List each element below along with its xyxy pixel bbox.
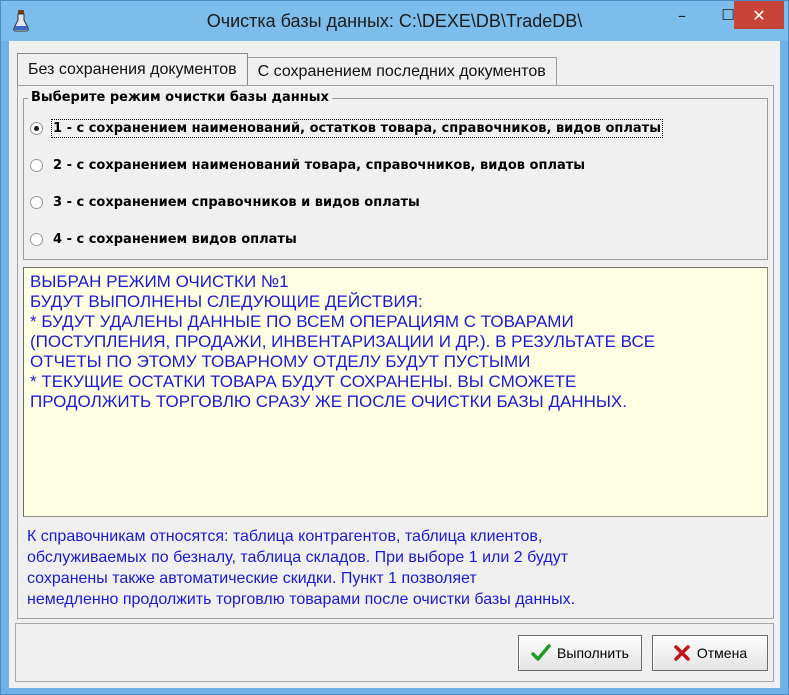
mode-option-label[interactable]: 1 - с сохранением наименований, остатков… [51,118,663,138]
minimize-icon: – [678,5,686,25]
radio-button[interactable] [30,195,43,209]
mode-option-label[interactable]: 2 - с сохранением наименований товара, с… [53,158,585,173]
title-bar[interactable]: Очистка базы данных: C:\DEXE\DB\TradeDB\… [1,1,788,41]
note-line: сохранены также автоматические скидки. П… [27,570,477,587]
memo-line: ВЫБРАН РЕЖИМ ОЧИСТКИ №1 [30,272,289,291]
mode-option-1[interactable]: 1 - с сохранением наименований, остатков… [30,118,663,138]
checkmark-icon [531,644,551,661]
note-line: немедленно продолжить торговлю товарами … [27,591,576,608]
app-flask-icon [11,9,31,33]
tab-panel: Выберите режим очистки базы данных 1 - с… [17,85,774,619]
memo-line: БУДУТ ВЫПОЛНЕНЫ СЛЕДУЮЩИЕ ДЕЙСТВИЯ: [30,292,423,311]
radio-selected-dot [34,125,39,131]
memo-line: ОТЧЕТЫ ПО ЭТОМУ ТОВАРНОМУ ОТДЕЛУ БУДУТ П… [30,352,531,371]
cleanup-mode-legend: Выберите режим очистки базы данных [28,90,332,105]
mode-option-3[interactable]: 3 - с сохранением справочников и видов о… [30,192,420,212]
execute-button-label: Выполнить [557,645,629,661]
close-icon: ✕ [752,5,766,25]
note-line: К справочникам относятся: таблица контра… [27,528,543,545]
radio-button[interactable] [30,121,43,135]
cleanup-mode-group: Выберите режим очистки базы данных 1 - с… [23,90,768,260]
tab-strip: Без сохранения документов С сохранением … [17,53,557,85]
minimize-button[interactable]: – [659,1,705,29]
dialog-client-area: Без сохранения документов С сохранением … [9,41,780,688]
cancel-button[interactable]: Отмена [652,635,768,671]
cancel-button-label: Отмена [696,645,748,661]
cleanup-dialog-window: Очистка базы данных: C:\DEXE\DB\TradeDB\… [0,0,789,695]
window-title: Очистка базы данных: C:\DEXE\DB\TradeDB\ [206,11,583,31]
memo-line: * ТЕКУЩИЕ ОСТАТКИ ТОВАРА БУДУТ СОХРАНЕНЫ… [30,372,577,391]
mode-option-label[interactable]: 4 - с сохранением видов оплаты [53,232,297,247]
mode-description-memo[interactable]: ВЫБРАН РЕЖИМ ОЧИСТКИ №1 БУДУТ ВЫПОЛНЕНЫ … [23,267,768,517]
note-line: обслуживаемых по безналу, таблица складо… [27,549,569,566]
mode-option-4[interactable]: 4 - с сохранением видов оплаты [30,229,297,249]
tab-with-last-documents[interactable]: С сохранением последних документов [246,57,557,85]
execute-button[interactable]: Выполнить [518,635,642,671]
mode-option-2[interactable]: 2 - с сохранением наименований товара, с… [30,155,585,175]
radio-button[interactable] [30,232,43,246]
close-button[interactable]: ✕ [734,1,784,29]
mode-option-label[interactable]: 3 - с сохранением справочников и видов о… [53,195,420,210]
reference-note: К справочникам относятся: таблица контра… [27,526,767,610]
memo-line: (ПОСТУПЛЕНИЯ, ПРОДАЖИ, ИНВЕНТАРИЗАЦИИ И … [30,332,656,351]
cross-icon [674,645,690,661]
button-bar: Выполнить Отмена [15,623,774,682]
radio-button[interactable] [30,158,43,172]
memo-line: ПРОДОЛЖИТЬ ТОРГОВЛЮ СРАЗУ ЖЕ ПОСЛЕ ОЧИСТ… [30,392,627,411]
tab-without-documents[interactable]: Без сохранения документов [17,53,248,85]
memo-line: * БУДУТ УДАЛЕНЫ ДАННЫЕ ПО ВСЕМ ОПЕРАЦИЯМ… [30,312,574,331]
maximize-icon: ☐ [721,6,735,24]
